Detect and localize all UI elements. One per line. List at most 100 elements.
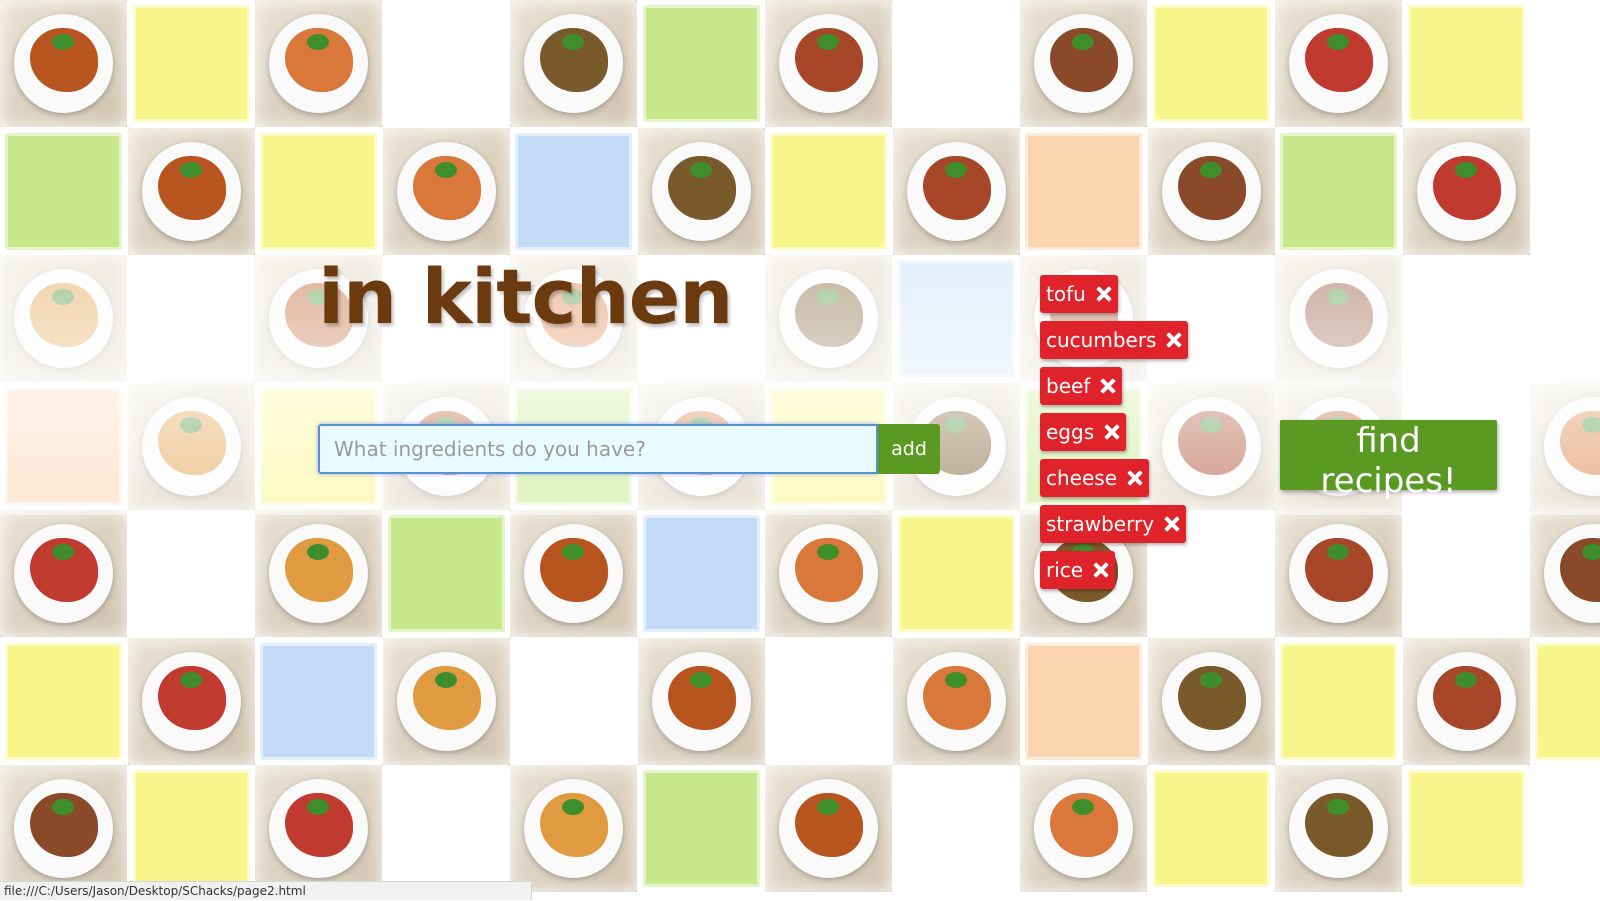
ingredient-chip-label: eggs <box>1046 420 1095 444</box>
color-tile <box>1530 127 1600 255</box>
food-photo-tile <box>0 0 127 127</box>
food-photo-tile <box>1275 0 1402 127</box>
app-title: in kitchen <box>318 252 733 341</box>
food-photo-tile <box>765 0 892 127</box>
food-photo-tile <box>1275 765 1402 892</box>
color-tile <box>892 255 1020 382</box>
ingredient-chip: eggs <box>1040 413 1127 451</box>
color-tile <box>0 637 127 765</box>
color-tile <box>637 765 765 892</box>
color-tile <box>637 510 765 637</box>
color-tile <box>892 510 1020 637</box>
food-photo-tile <box>255 0 382 127</box>
ingredient-chip-label: strawberry <box>1046 512 1155 536</box>
food-photo-tile <box>637 637 765 765</box>
color-tile <box>1402 510 1530 637</box>
color-tile <box>510 127 637 255</box>
color-tile <box>1275 637 1402 765</box>
color-tile <box>1020 637 1147 765</box>
ingredient-chip-label: beef <box>1046 374 1091 398</box>
ingredient-chip-label: cucumbers <box>1046 328 1157 352</box>
color-tile <box>1147 0 1275 127</box>
color-tile <box>1402 765 1530 892</box>
close-icon[interactable] <box>1100 378 1116 394</box>
close-icon[interactable] <box>1164 516 1180 532</box>
food-photo-tile <box>765 255 892 382</box>
food-photo-tile <box>0 765 127 892</box>
food-photo-tile <box>0 255 127 382</box>
color-tile <box>1275 127 1402 255</box>
food-photo-tile <box>892 637 1020 765</box>
close-icon[interactable] <box>1096 286 1112 302</box>
food-photo-tile <box>510 0 637 127</box>
color-tile <box>255 637 382 765</box>
color-tile <box>510 637 637 765</box>
food-photo-tile <box>1147 637 1275 765</box>
color-tile <box>255 127 382 255</box>
food-photo-tile <box>0 510 127 637</box>
close-icon[interactable] <box>1093 562 1109 578</box>
food-photo-tile <box>1275 510 1402 637</box>
food-photo-tile <box>382 127 510 255</box>
food-photo-tile <box>510 765 637 892</box>
find-recipes-button[interactable]: find recipes! <box>1280 420 1497 501</box>
ingredient-chip: beef <box>1040 367 1123 405</box>
food-photo-tile <box>1147 382 1275 510</box>
food-photo-tile <box>127 127 255 255</box>
food-photo-tile <box>382 637 510 765</box>
color-tile <box>127 510 255 637</box>
color-tile <box>1147 255 1275 382</box>
add-button[interactable]: add <box>878 424 940 474</box>
color-tile <box>1530 765 1600 892</box>
close-icon[interactable] <box>1127 470 1143 486</box>
food-photo-tile <box>1020 0 1147 127</box>
ingredient-chip-label: tofu <box>1046 282 1086 306</box>
close-icon[interactable] <box>1166 332 1182 348</box>
color-tile <box>1530 637 1600 765</box>
color-tile <box>765 127 892 255</box>
color-tile <box>1020 127 1147 255</box>
food-photo-tile <box>1147 127 1275 255</box>
color-tile <box>1530 255 1600 382</box>
food-photo-tile <box>255 510 382 637</box>
food-photo-tile <box>637 127 765 255</box>
color-tile <box>127 255 255 382</box>
food-photo-tile <box>1402 127 1530 255</box>
food-photo-tile <box>1402 637 1530 765</box>
ingredient-chip: rice <box>1040 551 1116 589</box>
color-tile <box>1402 0 1530 127</box>
color-tile <box>0 127 127 255</box>
food-photo-tile <box>255 765 382 892</box>
color-tile <box>1530 0 1600 127</box>
ingredient-chip-label: cheese <box>1046 466 1118 490</box>
color-tile <box>127 765 255 892</box>
color-tile <box>382 510 510 637</box>
food-photo-tile <box>765 510 892 637</box>
color-tile <box>382 0 510 127</box>
color-tile <box>892 0 1020 127</box>
search-bar: add <box>318 424 940 474</box>
food-photo-tile <box>127 637 255 765</box>
color-tile <box>1402 255 1530 382</box>
ingredient-chip: cheese <box>1040 459 1150 497</box>
food-photo-tile <box>892 127 1020 255</box>
color-tile <box>765 637 892 765</box>
food-photo-tile <box>510 510 637 637</box>
food-photo-tile <box>765 765 892 892</box>
color-tile <box>892 765 1020 892</box>
ingredient-search-input[interactable] <box>318 424 878 474</box>
close-icon[interactable] <box>1104 424 1120 440</box>
color-tile <box>0 382 127 510</box>
food-photo-tile <box>127 382 255 510</box>
food-photo-tile <box>1530 382 1600 510</box>
ingredient-chip: cucumbers <box>1040 321 1189 359</box>
ingredient-chip-label: rice <box>1046 558 1084 582</box>
color-tile <box>127 0 255 127</box>
ingredient-chip: strawberry <box>1040 505 1187 543</box>
color-tile <box>1147 765 1275 892</box>
food-photo-tile <box>1530 510 1600 637</box>
food-photo-tile <box>1275 255 1402 382</box>
status-bar-url: file:///C:/Users/Jason/Desktop/SChacks/p… <box>0 881 532 900</box>
color-tile <box>637 0 765 127</box>
ingredient-chip: tofu <box>1040 275 1118 313</box>
